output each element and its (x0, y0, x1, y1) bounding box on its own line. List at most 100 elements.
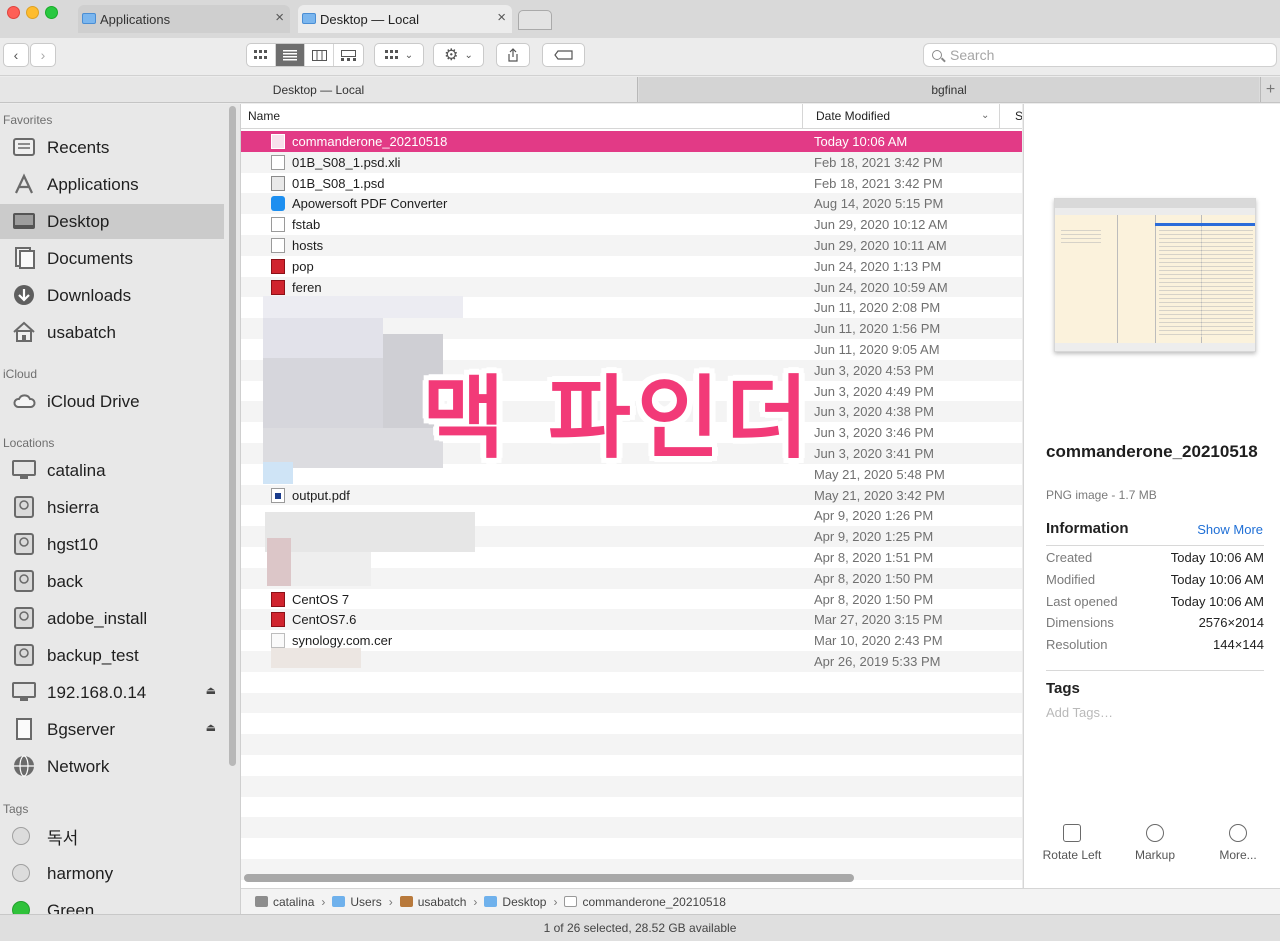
empty-row (241, 775, 1022, 797)
empty-row (241, 838, 1022, 859)
file-date: Apr 8, 2020 1:51 PM (814, 549, 934, 565)
disk-image-icon (271, 612, 285, 628)
file-date: Jun 11, 2020 9:05 AM (814, 341, 940, 357)
new-tab-button[interactable] (518, 10, 552, 30)
path-segment[interactable]: commanderone_20210518 (564, 895, 726, 909)
disk-image-icon (271, 258, 285, 274)
file-row[interactable]: 01B_S08_1.psd.xli Feb 18, 2021 3:42 PM (241, 151, 1022, 173)
sidebar-item-desktop[interactable]: Desktop (0, 204, 224, 239)
sidebar-item-hgst10[interactable]: hgst10 (0, 527, 224, 562)
sidebar-item-back[interactable]: back (0, 564, 224, 599)
more-actions-button[interactable]: More... (1203, 824, 1273, 862)
file-date: Mar 27, 2020 3:15 PM (814, 612, 943, 628)
path-segment[interactable]: usabatch (399, 895, 466, 909)
sidebar-item-usabatch[interactable]: usabatch (0, 315, 224, 350)
network-globe-icon (12, 755, 36, 777)
sidebar-scrollbar[interactable] (229, 106, 236, 766)
drive-icon (12, 533, 36, 555)
column-view-button[interactable] (305, 44, 334, 66)
sidebar-item-network[interactable]: Network (0, 749, 224, 784)
column-header-name[interactable]: Name (241, 104, 803, 128)
file-row[interactable]: pop Jun 24, 2020 1:13 PM (241, 256, 1022, 277)
sidebar-item-hsierra[interactable]: hsierra (0, 490, 224, 525)
action-label: Rotate Left (1042, 848, 1102, 862)
empty-row (241, 672, 1022, 693)
column-header-date-modified[interactable]: Date Modified (804, 104, 1000, 128)
info-value: 2576×2014 (1198, 615, 1264, 631)
eject-icon[interactable]: ⏏ (206, 721, 216, 734)
gallery-view-button[interactable] (334, 44, 363, 66)
app-icon (271, 196, 285, 212)
pane-tab-desktop[interactable]: Desktop — Local (0, 77, 638, 102)
columns-icon (311, 49, 327, 61)
drive-icon (12, 644, 36, 666)
more-ellipsis-icon (1229, 824, 1247, 842)
path-segment[interactable]: catalina (255, 895, 314, 909)
forward-button[interactable]: › (30, 43, 56, 67)
sidebar-item-adobe-install[interactable]: adobe_install (0, 601, 224, 636)
window-tab-label: Applications (100, 11, 171, 27)
file-date: Apr 26, 2019 5:33 PM (814, 653, 941, 669)
column-header-size[interactable]: S (1001, 104, 1022, 128)
icon-view-button[interactable] (247, 44, 276, 66)
pane-tab-label: bgfinal (931, 82, 967, 97)
file-row[interactable]: commanderone_20210518 Today 10:06 AM (241, 131, 1022, 152)
sidebar-item-catalina[interactable]: catalina (0, 453, 224, 488)
sidebar-item-bgserver[interactable]: Bgserver ⏏ (0, 712, 224, 747)
markup-button[interactable]: Markup (1120, 824, 1190, 862)
sidebar-item-icloud-drive[interactable]: iCloud Drive (0, 384, 224, 419)
file-name: feren (292, 279, 322, 295)
show-more-link[interactable]: Show More (1197, 522, 1263, 537)
close-tab-icon[interactable]: × (275, 10, 284, 26)
sidebar-item-tag-harmony[interactable]: harmony (0, 856, 224, 891)
zoom-window-button[interactable] (45, 6, 58, 19)
sidebar-item-documents[interactable]: Documents (0, 241, 224, 276)
sidebar-item-downloads[interactable]: Downloads (0, 278, 224, 313)
pane-tab-bgfinal[interactable]: bgfinal (639, 77, 1259, 102)
file-row[interactable]: CentOS 7 Apr 8, 2020 1:50 PM (241, 589, 1022, 610)
path-segment[interactable]: Users (332, 895, 382, 909)
share-button[interactable] (496, 43, 530, 67)
path-segment[interactable]: Desktop (484, 895, 546, 909)
list-icon (283, 49, 297, 60)
file-row[interactable]: CentOS7.6 Mar 27, 2020 3:15 PM (241, 609, 1022, 631)
empty-row (241, 797, 1022, 818)
preview-pane: commanderone_20210518 PNG image - 1.7 MB… (1023, 104, 1280, 888)
chevron-down-icon: ⌄ (404, 49, 414, 61)
add-pane-tab-button[interactable]: + (1260, 77, 1280, 102)
add-tags-field[interactable]: Add Tags… (1046, 705, 1113, 720)
file-date: Apr 8, 2020 1:50 PM (814, 570, 934, 586)
drive-icon (12, 607, 36, 629)
sidebar-item-recents[interactable]: Recents (0, 130, 224, 165)
list-view-button[interactable] (276, 44, 305, 66)
file-date: Today 10:06 AM (814, 134, 908, 149)
redacted-block (263, 462, 293, 484)
action-menu-button[interactable]: ⚙ ⌄ (433, 43, 484, 67)
sidebar-item-applications[interactable]: Applications (0, 167, 224, 202)
file-row[interactable]: fstab Jun 29, 2020 10:12 AM (241, 214, 1022, 235)
close-window-button[interactable] (7, 6, 20, 19)
back-button[interactable]: ‹ (3, 43, 29, 67)
file-row[interactable]: 01B_S08_1.psd Feb 18, 2021 3:42 PM (241, 173, 1022, 194)
file-row[interactable]: hosts Jun 29, 2020 10:11 AM (241, 234, 1022, 256)
file-row[interactable]: feren Jun 24, 2020 10:59 AM (241, 276, 1022, 298)
edit-tags-button[interactable] (542, 43, 585, 67)
sidebar-item-192-168-0-14[interactable]: 192.168.0.14 ⏏ (0, 675, 224, 710)
sidebar-item-backup-test[interactable]: backup_test (0, 638, 224, 673)
sidebar-item-label: iCloud Drive (47, 391, 140, 411)
window-tab-desktop[interactable]: Desktop — Local × (298, 5, 512, 33)
window-tab-label: Desktop — Local (320, 11, 419, 27)
eject-icon[interactable]: ⏏ (206, 684, 216, 697)
window-tab-applications[interactable]: Applications × (78, 5, 290, 33)
minimize-window-button[interactable] (26, 6, 39, 19)
sidebar-item-tag-green[interactable]: Green (0, 893, 224, 914)
rotate-left-button[interactable]: Rotate Left (1037, 824, 1107, 862)
horizontal-scrollbar[interactable] (244, 874, 854, 882)
sidebar-item-tag-reading[interactable]: 독서 (0, 819, 224, 854)
path-segment-label: catalina (273, 894, 315, 909)
group-by-button[interactable]: ⌄ (374, 43, 424, 67)
close-tab-icon[interactable]: × (497, 10, 506, 26)
file-row[interactable]: Apowersoft PDF Converter Aug 14, 2020 5:1… (241, 193, 1022, 215)
file-row[interactable]: output.pdf May 21, 2020 3:42 PM (241, 484, 1022, 506)
search-field[interactable]: Search (923, 43, 1277, 67)
